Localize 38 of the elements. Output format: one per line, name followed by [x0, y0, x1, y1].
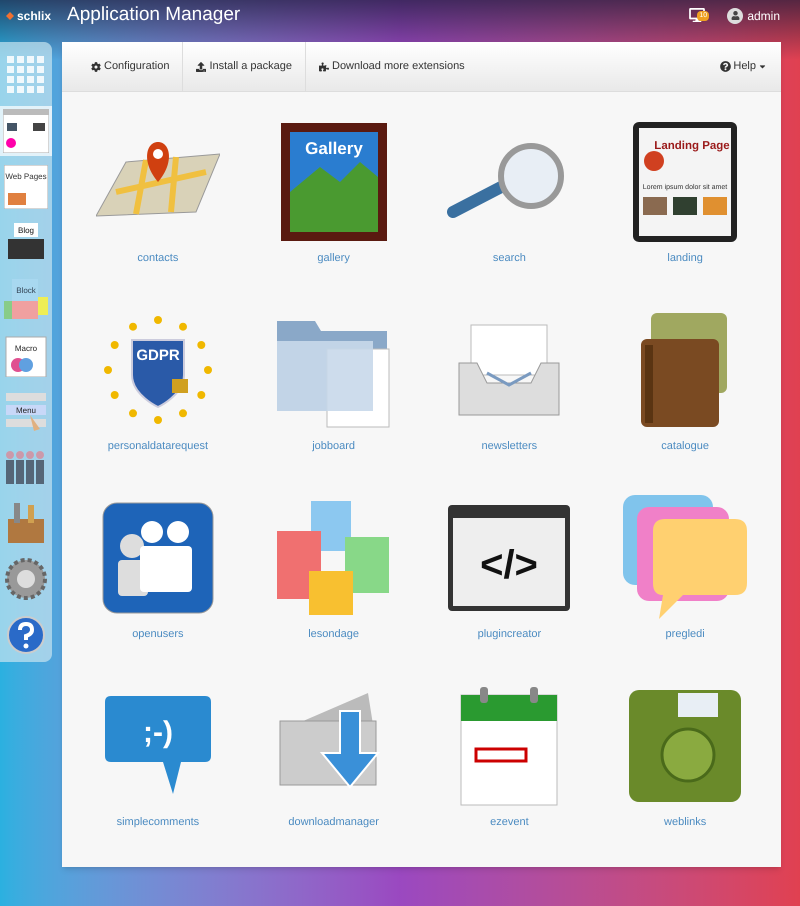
app-link[interactable]: search — [492, 250, 526, 266]
sidebar-item[interactable]: Menu — [0, 386, 52, 436]
logo-text: schlix — [17, 8, 52, 24]
icon-label: Menu — [16, 406, 36, 415]
icon-label: Blog — [18, 226, 34, 235]
app-link[interactable]: jobboard — [312, 438, 356, 454]
app-link[interactable]: simplecomments — [116, 814, 200, 830]
sidebar-item[interactable]: Block — [0, 274, 52, 324]
icon-label: Macro — [14, 344, 38, 353]
toolbar-button[interactable]: Download more extensions — [305, 42, 478, 92]
sidebar-item[interactable]: Web Pages — [0, 162, 52, 212]
page-title: Application Manager — [67, 3, 240, 28]
app-link[interactable]: personaldatarequest — [108, 438, 208, 454]
sidebar-item[interactable]: Macro — [0, 330, 52, 380]
app-link[interactable]: landing — [667, 250, 703, 266]
app-link[interactable]: catalogue — [661, 438, 709, 454]
app-link[interactable]: pregledi — [666, 626, 705, 642]
icon-label: Gallery — [304, 139, 362, 158]
sidebar-item[interactable]: Blog — [0, 218, 52, 268]
app-link[interactable]: lesondage — [308, 626, 360, 642]
icon-label: Web Pages — [5, 172, 47, 181]
icon-label: ;-) — [142, 716, 173, 749]
help-menu[interactable]: Help — [720, 58, 767, 75]
app-link[interactable]: weblinks — [664, 814, 706, 830]
app-link[interactable]: newsletters — [482, 438, 538, 454]
app-link[interactable]: plugincreator — [478, 626, 542, 642]
icon-label: Block — [16, 286, 36, 295]
icon-label: Landing Page — [654, 140, 730, 152]
user-name[interactable]: admin — [747, 6, 780, 24]
toolbar-button[interactable]: Install a package — [182, 42, 305, 92]
app-link[interactable]: gallery — [317, 250, 350, 266]
app-link[interactable]: ezevent — [490, 814, 529, 830]
icon-label: </> — [480, 543, 538, 587]
app-link[interactable]: downloadmanager — [288, 814, 379, 830]
app-link[interactable]: contacts — [137, 250, 178, 266]
toolbar-button[interactable]: Configuration — [78, 42, 182, 92]
app-link[interactable]: openusers — [132, 626, 184, 642]
icon-label: GDPR — [136, 347, 180, 364]
